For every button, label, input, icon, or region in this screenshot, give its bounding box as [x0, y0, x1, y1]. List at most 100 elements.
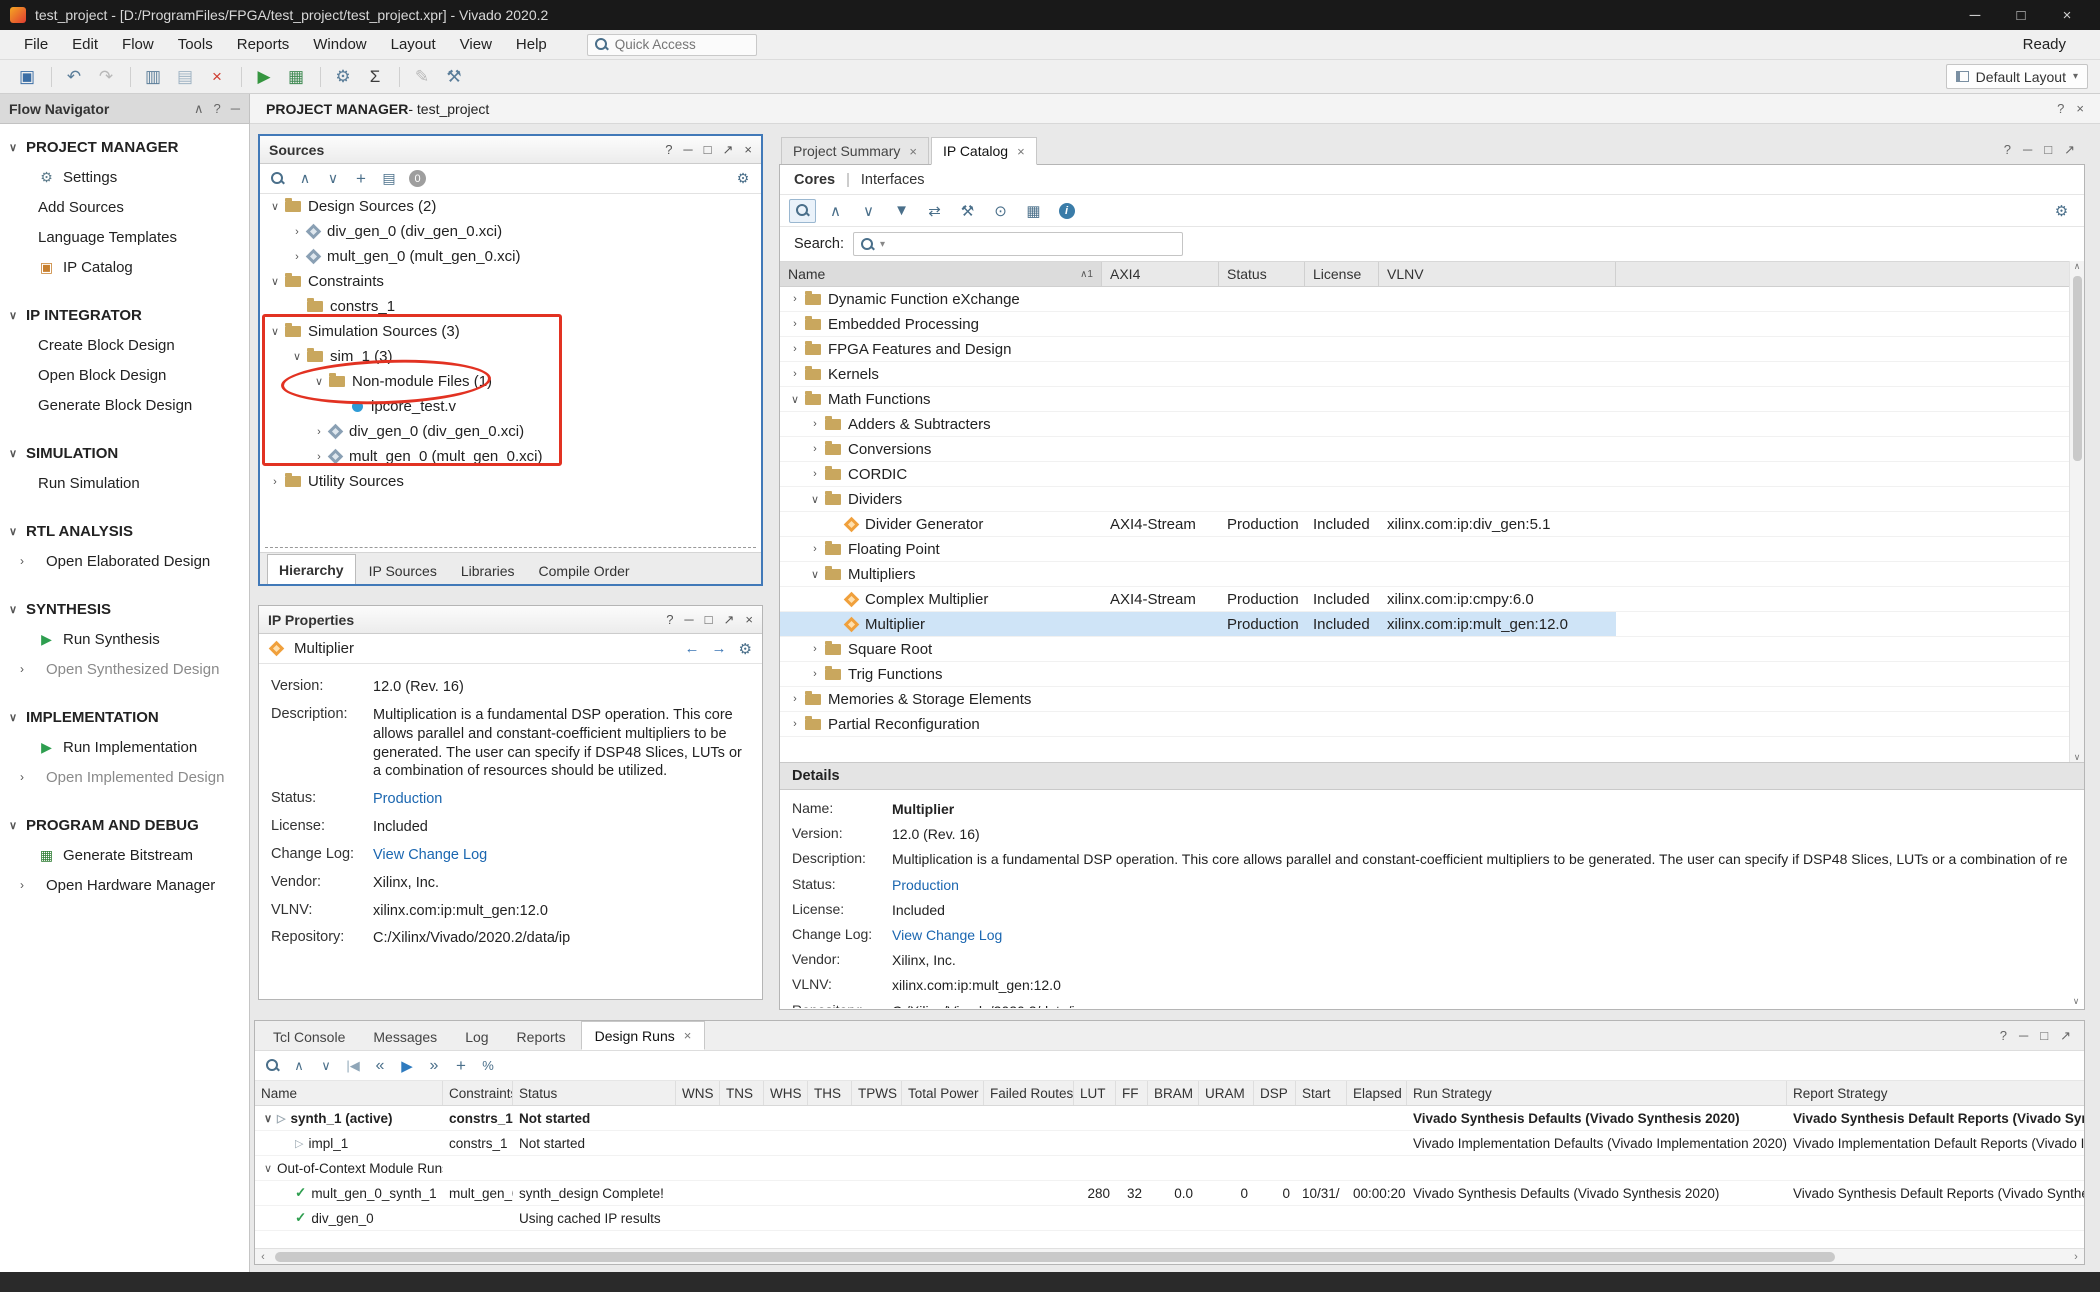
grid-icon[interactable]: ▦ — [1020, 199, 1047, 223]
catalog-row[interactable]: ∨Math Functions — [780, 387, 2084, 412]
horizontal-scrollbar[interactable]: ‹ › — [255, 1248, 2084, 1264]
help-icon[interactable]: ? — [214, 101, 221, 117]
design-run-row[interactable]: ∨Out-of-Context Module Runs — [255, 1156, 2084, 1181]
collapse-icon[interactable]: ∨ — [288, 350, 306, 363]
compare-icon[interactable]: ⇄ — [921, 199, 948, 223]
column-header-tns[interactable]: TNS — [720, 1081, 764, 1105]
tree-row[interactable]: ›mult_gen_0 (mult_gen_0.xci) — [260, 244, 761, 269]
catalog-row[interactable]: Complex MultiplierAXI4-StreamProductionI… — [780, 587, 2084, 612]
edit-icon[interactable]: ✎ — [407, 64, 437, 90]
tab-hierarchy[interactable]: Hierarchy — [267, 554, 356, 584]
column-header-ths[interactable]: THS — [808, 1081, 852, 1105]
minimize-button[interactable]: ─ — [1952, 7, 1998, 24]
catalog-search-box[interactable]: ▾ — [853, 232, 1183, 256]
tab-log[interactable]: Log — [452, 1024, 501, 1050]
flow-section-implementation[interactable]: ∨IMPLEMENTATION — [0, 702, 249, 732]
sidebar-item-run-simulation[interactable]: Run Simulation — [0, 468, 249, 498]
tab-messages[interactable]: Messages — [360, 1024, 450, 1050]
menu-file[interactable]: File — [12, 30, 60, 59]
help-icon[interactable]: ? — [665, 142, 672, 158]
column-header-axi4[interactable]: AXI4 — [1102, 262, 1219, 286]
expand-all-icon[interactable]: ∨ — [318, 1058, 334, 1074]
vertical-scrollbar[interactable]: ∧ ∨ — [2069, 261, 2084, 763]
sidebar-item-open-elaborated-design[interactable]: ›Open Elaborated Design — [0, 546, 249, 576]
close-tab-icon[interactable]: × — [1017, 144, 1025, 159]
sidebar-item-open-implemented-design[interactable]: ›Open Implemented Design — [0, 762, 249, 792]
expand-all-icon[interactable]: ∨ — [325, 170, 341, 187]
tree-row[interactable]: ∨sim_1 (3) — [260, 344, 761, 369]
minimize-icon[interactable]: ─ — [683, 142, 692, 158]
sidebar-item-run-implementation[interactable]: ▶Run Implementation — [0, 732, 249, 762]
menu-flow[interactable]: Flow — [110, 30, 166, 59]
catalog-row[interactable]: ›Embedded Processing — [780, 312, 2084, 337]
tree-row[interactable]: ∨Constraints — [260, 269, 761, 294]
sidebar-item-language-templates[interactable]: Language Templates — [0, 222, 249, 252]
property-link[interactable]: View Change Log — [373, 846, 747, 865]
menu-window[interactable]: Window — [301, 30, 378, 59]
collapse-icon[interactable]: ∨ — [310, 375, 328, 388]
run-icon[interactable]: ▶ — [249, 64, 279, 90]
add-icon[interactable]: + — [453, 1056, 469, 1076]
sidebar-item-open-synthesized-design[interactable]: ›Open Synthesized Design — [0, 654, 249, 684]
gear-icon[interactable]: ⚙ — [739, 640, 752, 658]
help-icon[interactable]: ? — [2000, 1028, 2007, 1043]
customize-icon[interactable]: ⚒ — [954, 199, 981, 223]
close-icon[interactable]: × — [745, 612, 753, 628]
catalog-row[interactable]: ›Floating Point — [780, 537, 2084, 562]
tab-tcl-console[interactable]: Tcl Console — [260, 1024, 358, 1050]
catalog-row[interactable]: ∨Dividers — [780, 487, 2084, 512]
scrollbar-thumb[interactable] — [2073, 276, 2082, 461]
scroll-up-icon[interactable]: ∧ — [2074, 261, 2081, 272]
catalog-row[interactable]: ›Kernels — [780, 362, 2084, 387]
column-header-whs[interactable]: WHS — [764, 1081, 808, 1105]
collapse-all-icon[interactable]: ∧ — [291, 1058, 307, 1074]
flow-section-synthesis[interactable]: ∨SYNTHESIS — [0, 594, 249, 624]
column-header-name[interactable]: Name — [255, 1081, 443, 1105]
expand-icon[interactable]: › — [786, 693, 804, 705]
collapse-icon[interactable]: ∨ — [806, 568, 824, 581]
save-icon[interactable]: ▣ — [12, 64, 42, 90]
program-device-icon[interactable]: ▦ — [281, 64, 311, 90]
column-header-start[interactable]: Start — [1296, 1081, 1347, 1105]
maximize-icon[interactable]: □ — [2044, 142, 2052, 157]
column-header-name[interactable]: Name∧1 — [780, 262, 1102, 286]
scroll-right-icon[interactable]: › — [2068, 1251, 2084, 1263]
collapse-icon[interactable]: ∨ — [259, 1112, 277, 1125]
minimize-icon[interactable]: ─ — [231, 101, 240, 117]
column-header-report-strategy[interactable]: Report Strategy — [1787, 1081, 2084, 1105]
tree-row[interactable]: ›mult_gen_0 (mult_gen_0.xci) — [260, 444, 761, 469]
maximize-icon[interactable]: □ — [704, 142, 712, 158]
column-header-lut[interactable]: LUT — [1074, 1081, 1116, 1105]
tree-row[interactable]: ∨Design Sources (2) — [260, 194, 761, 219]
layout-select[interactable]: Default Layout ▾ — [1946, 64, 2088, 89]
expand-icon[interactable]: › — [806, 543, 824, 555]
search-icon[interactable] — [270, 171, 285, 186]
maximize-icon[interactable]: □ — [2040, 1028, 2048, 1043]
sidebar-item-open-block-design[interactable]: Open Block Design — [0, 360, 249, 390]
settings-icon[interactable]: ⚙ — [328, 64, 358, 90]
expand-icon[interactable]: › — [786, 293, 804, 305]
tree-row[interactable]: ∨Non-module Files (1) — [260, 369, 761, 394]
column-header-run-strategy[interactable]: Run Strategy — [1407, 1081, 1787, 1105]
percent-icon[interactable]: % — [480, 1058, 496, 1073]
column-header-constraints[interactable]: Constraints — [443, 1081, 513, 1105]
redo-icon[interactable]: ↷ — [91, 64, 121, 90]
undo-icon[interactable]: ↶ — [59, 64, 89, 90]
column-header-status[interactable]: Status — [513, 1081, 676, 1105]
help-icon[interactable]: ? — [2057, 101, 2064, 116]
tab-ip-catalog[interactable]: IP Catalog× — [931, 137, 1037, 165]
tab-cores[interactable]: Cores — [794, 172, 835, 188]
catalog-row[interactable]: ›Conversions — [780, 437, 2084, 462]
column-header-dsp[interactable]: DSP — [1254, 1081, 1296, 1105]
expand-all-icon[interactable]: ∨ — [855, 199, 882, 223]
catalog-row[interactable]: ∨Multipliers — [780, 562, 2084, 587]
tree-row[interactable]: ›div_gen_0 (div_gen_0.xci) — [260, 219, 761, 244]
expand-icon[interactable]: › — [806, 418, 824, 430]
column-header-failed-routes[interactable]: Failed Routes — [984, 1081, 1074, 1105]
expand-icon[interactable]: › — [310, 426, 328, 438]
catalog-row[interactable]: ›CORDIC — [780, 462, 2084, 487]
close-button[interactable]: × — [2044, 7, 2090, 24]
search-icon[interactable] — [265, 1058, 280, 1073]
design-run-row[interactable]: ∨▷synth_1 (active)constrs_1Not startedVi… — [255, 1106, 2084, 1131]
search-toggle-button[interactable] — [789, 199, 816, 223]
